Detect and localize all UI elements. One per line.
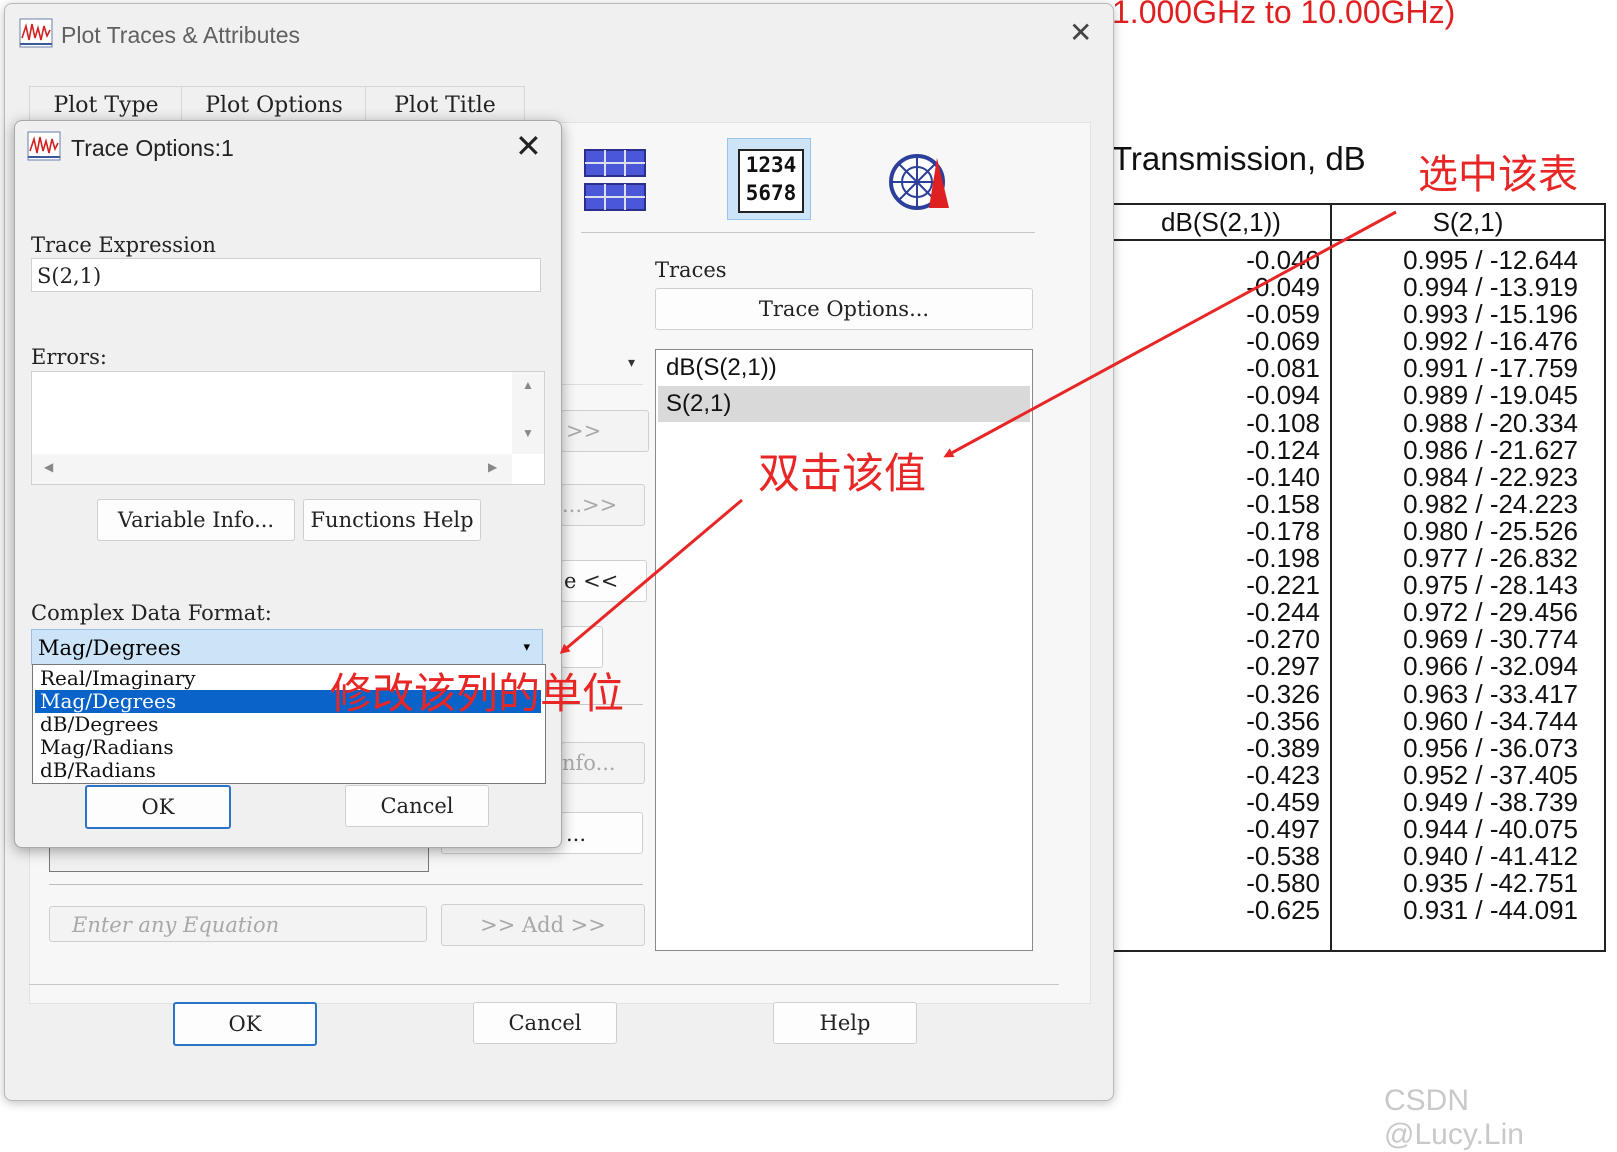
arrow-to-format xyxy=(559,498,743,654)
arrow-to-trace xyxy=(943,210,1397,458)
annotation-modify-unit: 修改该列的单位 xyxy=(330,669,625,718)
annotation-arrows xyxy=(559,210,1397,654)
annotation-double-click: 双击该值 xyxy=(758,449,927,498)
